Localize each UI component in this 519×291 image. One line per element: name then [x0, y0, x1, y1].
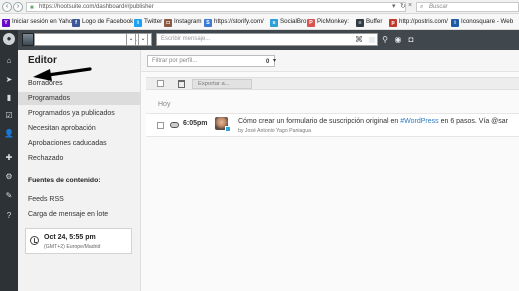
- annotation-arrow-icon: [33, 67, 92, 81]
